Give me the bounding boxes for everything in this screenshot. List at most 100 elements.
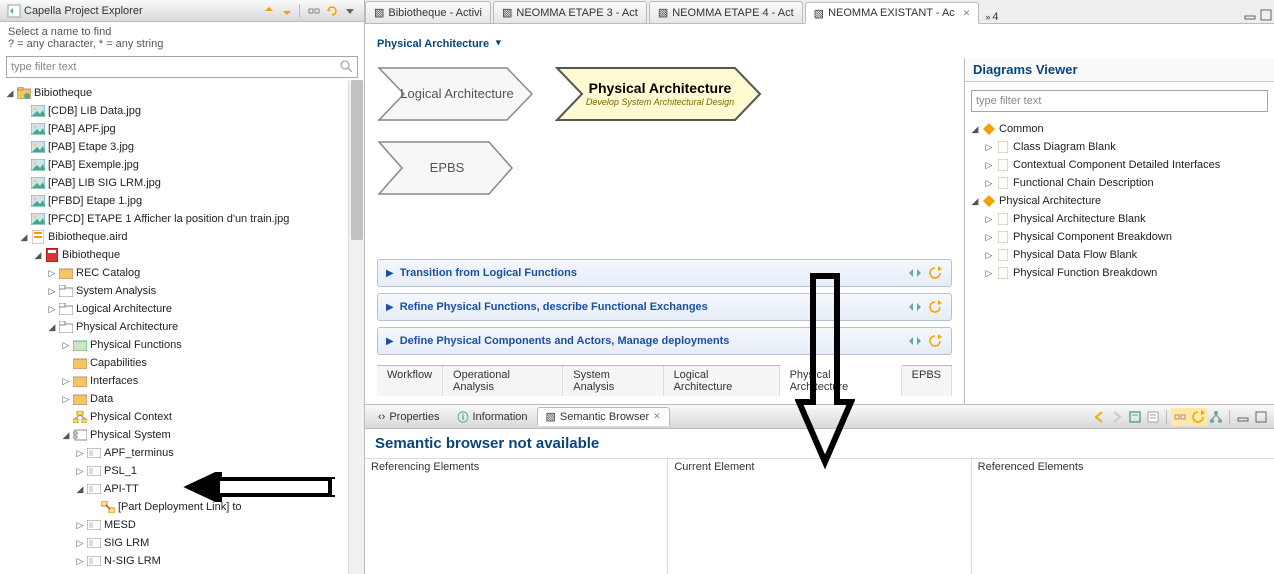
chevron-physical[interactable]: Physical Architecture Develop System Arc… [555, 66, 715, 122]
diagram-kind[interactable]: ▷Physical Data Flow Blank [965, 246, 1274, 264]
physical-context[interactable]: Physical Context [0, 408, 364, 426]
expand-icon[interactable]: ▷ [60, 339, 72, 351]
system-analysis[interactable]: ▷System Analysis [0, 282, 364, 300]
home-icon[interactable] [1126, 408, 1144, 426]
filter-input[interactable] [6, 56, 358, 78]
link-with-editor-icon[interactable] [306, 3, 322, 19]
image-file[interactable]: [PAB] Etape 3.jpg [0, 138, 364, 156]
sync-icon[interactable] [907, 333, 923, 349]
model-node[interactable]: ◢Bibiotheque [0, 246, 364, 264]
accordion-item[interactable]: ▶ Transition from Logical Functions [377, 259, 952, 287]
physical-functions[interactable]: ▷Physical Functions [0, 336, 364, 354]
tree-icon[interactable] [1207, 408, 1225, 426]
capabilities[interactable]: Capabilities [0, 354, 364, 372]
maximize-icon[interactable] [1258, 7, 1274, 23]
minimize-icon[interactable] [1234, 408, 1252, 426]
expand-icon[interactable]: ◢ [4, 87, 16, 99]
refresh-icon[interactable] [927, 299, 943, 315]
search-icon[interactable] [340, 60, 354, 74]
expand-icon[interactable]: ▷ [983, 177, 995, 189]
refresh-icon[interactable] [927, 333, 943, 349]
expand-icon[interactable]: ◢ [60, 429, 72, 441]
diagrams-pa[interactable]: ◢Physical Architecture [965, 192, 1274, 210]
close-icon[interactable]: ✕ [653, 411, 661, 422]
expand-icon[interactable]: ▷ [983, 213, 995, 225]
expand-icon[interactable]: ▷ [46, 285, 58, 297]
aird-file[interactable]: ◢Bibiotheque.aird [0, 228, 364, 246]
apf-terminus[interactable]: ▷APF_terminus [0, 444, 364, 462]
image-file[interactable]: [PFCD] ETAPE 1 Afficher la position d'un… [0, 210, 364, 228]
maximize-icon[interactable] [1252, 408, 1270, 426]
expand-icon[interactable]: ▷ [983, 231, 995, 243]
filter-icon[interactable] [1144, 408, 1162, 426]
editor-tab[interactable]: ▧Bibiotheque - Activi [365, 1, 491, 23]
close-icon[interactable]: ✕ [963, 8, 971, 19]
expand-icon[interactable]: ▷ [46, 267, 58, 279]
expand-icon[interactable]: ▷ [74, 447, 86, 459]
interfaces[interactable]: ▷Interfaces [0, 372, 364, 390]
data[interactable]: ▷Data [0, 390, 364, 408]
image-file[interactable]: [PAB] Exemple.jpg [0, 156, 364, 174]
expand-all-icon[interactable] [279, 3, 295, 19]
page-title[interactable]: Physical Architecture ▼ [377, 32, 503, 51]
diagram-kind[interactable]: ▷Contextual Component Detailed Interface… [965, 156, 1274, 174]
expand-icon[interactable]: ▷ [46, 303, 58, 315]
tab-overflow[interactable]: »4 [985, 11, 998, 23]
sig-lrm[interactable]: ▷SIG LRM [0, 534, 364, 552]
expand-icon[interactable]: ▷ [983, 267, 995, 279]
editor-tab[interactable]: ▧NEOMMA ETAPE 4 - Act [649, 1, 803, 23]
project-node[interactable]: ◢ Bibiotheque [0, 84, 364, 102]
sync-icon[interactable] [907, 265, 923, 281]
expand-icon[interactable]: ◢ [18, 231, 30, 243]
diagram-kind[interactable]: ▷Physical Component Breakdown [965, 228, 1274, 246]
forward-icon[interactable] [1108, 408, 1126, 426]
bottom-tab-sa[interactable]: System Analysis [563, 366, 663, 396]
editor-tab[interactable]: ▧NEOMMA ETAPE 3 - Act [493, 1, 647, 23]
bottom-tab-workflow[interactable]: Workflow [377, 366, 443, 396]
collapse-all-icon[interactable] [261, 3, 277, 19]
physical-architecture[interactable]: ◢Physical Architecture [0, 318, 364, 336]
bottom-tab-la[interactable]: Logical Architecture [664, 366, 780, 396]
n-sig-lrm[interactable]: ▷N-SIG LRM [0, 552, 364, 570]
refresh-icon[interactable] [324, 3, 340, 19]
diagram-kind[interactable]: ▷Physical Architecture Blank [965, 210, 1274, 228]
semantic-browser-tab[interactable]: ▧Semantic Browser✕ [537, 407, 670, 426]
diagram-kind[interactable]: ▷Functional Chain Description [965, 174, 1274, 192]
accordion-item[interactable]: ▶ Refine Physical Functions, describe Fu… [377, 293, 952, 321]
expand-icon[interactable]: ▷ [983, 159, 995, 171]
editor-tab-active[interactable]: ▧NEOMMA EXISTANT - Ac✕ [805, 2, 980, 24]
bottom-tab-epbs[interactable]: EPBS [902, 366, 952, 396]
logical-architecture[interactable]: ▷Logical Architecture [0, 300, 364, 318]
bottom-tab-oa[interactable]: Operational Analysis [443, 366, 563, 396]
image-file[interactable]: [CDB] LIB Data.jpg [0, 102, 364, 120]
sync-icon[interactable] [907, 299, 923, 315]
expand-icon[interactable]: ◢ [969, 123, 981, 135]
expand-icon[interactable]: ▷ [74, 555, 86, 567]
diagrams-common[interactable]: ◢Common [965, 120, 1274, 138]
part-deployment-link[interactable]: [Part Deployment Link] to [0, 498, 364, 516]
link-icon[interactable] [1171, 408, 1189, 426]
rec-catalog[interactable]: ▷REC Catalog [0, 264, 364, 282]
chevron-epbs[interactable]: EPBS [377, 140, 517, 196]
expand-icon[interactable]: ◢ [32, 249, 44, 261]
expand-icon[interactable]: ▷ [74, 519, 86, 531]
bottom-tab-pa[interactable]: Physical Architecture [780, 365, 902, 396]
refresh-icon[interactable] [1189, 408, 1207, 426]
expand-icon[interactable]: ◢ [969, 195, 981, 207]
image-file[interactable]: [PFBD] Etape 1.jpg [0, 192, 364, 210]
expand-icon[interactable]: ◢ [74, 483, 86, 495]
back-icon[interactable] [1090, 408, 1108, 426]
expand-icon[interactable]: ▷ [60, 375, 72, 387]
expand-icon[interactable]: ◢ [46, 321, 58, 333]
image-file[interactable]: [PAB] LIB SIG LRM.jpg [0, 174, 364, 192]
diagrams-filter-input[interactable] [971, 90, 1268, 112]
expand-icon[interactable]: ▷ [983, 249, 995, 261]
dropdown-icon[interactable]: ▼ [494, 38, 503, 48]
properties-tab[interactable]: ‹›Properties [369, 408, 448, 426]
expand-icon[interactable]: ▷ [983, 141, 995, 153]
scrollbar[interactable] [348, 80, 364, 574]
refresh-icon[interactable] [927, 265, 943, 281]
minimize-icon[interactable] [1242, 7, 1258, 23]
image-file[interactable]: [PAB] APF.jpg [0, 120, 364, 138]
view-menu-icon[interactable] [342, 3, 358, 19]
